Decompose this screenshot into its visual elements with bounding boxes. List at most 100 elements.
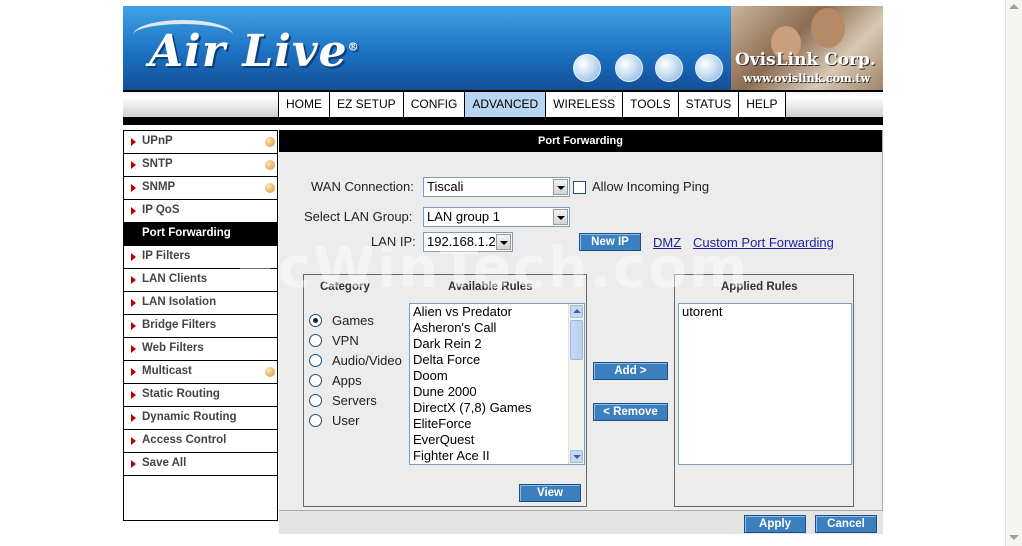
radio-label: User — [332, 413, 360, 428]
lan-group-select[interactable]: LAN group 1 — [423, 207, 570, 227]
list-item[interactable]: utorent — [679, 304, 851, 320]
available-rules-items: Alien vs Predator Asheron's Call Dark Rein… — [410, 304, 584, 464]
scroll-thumb[interactable] — [570, 320, 583, 360]
scroll-up-icon[interactable] — [570, 305, 583, 318]
nav-divider — [123, 120, 883, 125]
registered-mark: ® — [347, 40, 360, 54]
list-item[interactable]: Dark Rein 2 — [410, 336, 584, 352]
browser-scrollbar[interactable] — [1005, 0, 1022, 546]
category-option-vpn[interactable]: VPN — [309, 333, 359, 349]
port-forwarding-panel: Port Forwarding WAN Connection: Tiscali … — [279, 130, 883, 534]
category-option-games[interactable]: Games — [309, 313, 374, 329]
apply-button[interactable]: Apply — [744, 515, 806, 533]
corp-url: www.ovislink.com.tw — [743, 72, 871, 85]
sidebar-item-static-routing[interactable]: Static Routing — [124, 383, 277, 406]
list-item[interactable]: Alien vs Predator — [410, 304, 584, 320]
scroll-down-icon[interactable] — [570, 450, 583, 463]
sidebar-item-lan-clients[interactable]: LAN Clients — [124, 268, 277, 291]
nav-tab-ez-setup[interactable]: EZ SETUP — [329, 92, 403, 117]
status-dot-icon — [265, 183, 275, 193]
nav-tab-tools[interactable]: TOOLS — [622, 92, 678, 117]
lan-group-label: Select LAN Group: — [304, 209, 413, 224]
globe-icon — [615, 54, 643, 82]
list-item[interactable]: Asheron's Call — [410, 320, 584, 336]
sidebar-item-label: Access Control — [142, 434, 227, 446]
logo-text: Air Live — [149, 26, 348, 77]
sidebar-item-upnp[interactable]: UPnP — [124, 130, 277, 153]
list-item[interactable]: Dune 2000 — [410, 384, 584, 400]
available-rules-list[interactable]: Alien vs Predator Asheron's Call Dark Rein… — [409, 303, 585, 465]
arrow-right-icon — [131, 391, 136, 399]
dmz-link[interactable]: DMZ — [653, 235, 681, 250]
view-button[interactable]: View — [519, 484, 581, 502]
radio-button[interactable] — [309, 334, 322, 347]
rules-selection-panel: Category Available Rules Games VPN Audio/V… — [303, 274, 587, 507]
sidebar-item-multicast[interactable]: Multicast — [124, 360, 277, 383]
lan-ip-select[interactable]: 192.168.1.2 — [423, 232, 513, 252]
list-item[interactable]: DirectX (7,8) Games — [410, 400, 584, 416]
allow-ping-label: Allow Incoming Ping — [592, 179, 710, 194]
applied-rules-list[interactable]: utorent — [678, 303, 852, 465]
category-option-apps[interactable]: Apps — [309, 373, 362, 389]
radio-button[interactable] — [309, 414, 322, 427]
arrow-right-icon — [131, 414, 136, 422]
wan-connection-select[interactable]: Tiscali — [423, 177, 570, 197]
list-item[interactable]: Doom — [410, 368, 584, 384]
radio-button[interactable] — [309, 374, 322, 387]
sidebar-item-ip-qos[interactable]: IP QoS — [124, 199, 277, 222]
radio-button[interactable] — [309, 354, 322, 367]
arrow-right-icon — [131, 138, 136, 146]
sidebar-item-ip-filters[interactable]: IP Filters — [124, 245, 277, 268]
category-option-user[interactable]: User — [309, 413, 359, 429]
sidebar-item-snmp[interactable]: SNMP — [124, 176, 277, 199]
sidebar-item-label: LAN Isolation — [142, 296, 217, 308]
radio-button[interactable] — [309, 394, 322, 407]
list-item[interactable]: Delta Force — [410, 352, 584, 368]
custom-port-forwarding-link[interactable]: Custom Port Forwarding — [693, 235, 834, 250]
radio-label: Servers — [332, 393, 377, 408]
sidebar-item-dynamic-routing[interactable]: Dynamic Routing — [124, 406, 277, 429]
arrow-right-icon — [131, 161, 136, 169]
sidebar-item-lan-isolation[interactable]: LAN Isolation — [124, 291, 277, 314]
nav-tab-status[interactable]: STATUS — [677, 92, 739, 117]
nav-tab-home[interactable]: HOME — [278, 92, 329, 117]
lan-ip-value: 192.168.1.2 — [427, 234, 496, 249]
radio-label: Games — [332, 313, 374, 328]
form-footer: Apply Cancel — [279, 510, 883, 534]
nav-tab-config[interactable]: CONFIG — [402, 92, 465, 117]
category-option-audio-video[interactable]: Audio/Video — [309, 353, 402, 369]
corp-name: OvisLink Corp. — [735, 50, 876, 70]
category-option-servers[interactable]: Servers — [309, 393, 377, 409]
sidebar-menu: UPnP SNTP SNMP IP QoS Port Forwarding IP Filt… — [123, 130, 278, 521]
radio-label: Apps — [332, 373, 362, 388]
arrow-right-icon — [131, 184, 136, 192]
allow-ping-checkbox[interactable] — [573, 181, 586, 194]
sidebar-item-save-all[interactable]: Save All — [124, 452, 277, 475]
list-item[interactable]: EliteForce — [410, 416, 584, 432]
list-item[interactable]: Fighter Ace II — [410, 448, 584, 464]
add-button[interactable]: Add > — [593, 362, 668, 380]
list-scrollbar[interactable] — [568, 304, 584, 464]
sidebar-bottom-divider — [124, 475, 277, 476]
new-ip-button[interactable]: New IP — [579, 233, 641, 251]
remove-button[interactable]: < Remove — [593, 403, 668, 421]
sidebar-item-label: Multicast — [142, 365, 192, 377]
scroll-down-arrow-icon[interactable] — [1009, 535, 1019, 540]
nav-tab-help[interactable]: HELP — [738, 92, 786, 117]
nav-tab-wireless[interactable]: WIRELESS — [545, 92, 623, 117]
sidebar-item-label: Web Filters — [142, 342, 204, 354]
sidebar-item-web-filters[interactable]: Web Filters — [124, 337, 277, 360]
sidebar-item-port-forwarding[interactable]: Port Forwarding — [124, 222, 277, 245]
sidebar-item-sntp[interactable]: SNTP — [124, 153, 277, 176]
scroll-up-arrow-icon[interactable] — [1009, 4, 1019, 9]
top-nav-bar: HOME EZ SETUP CONFIG ADVANCED WIRELESS TOOLS S… — [123, 90, 883, 120]
cancel-button[interactable]: Cancel — [815, 515, 877, 533]
radio-label: VPN — [332, 333, 359, 348]
nav-tab-advanced[interactable]: ADVANCED — [464, 92, 546, 117]
sidebar-item-access-control[interactable]: Access Control — [124, 429, 277, 452]
available-rules-header: Available Rules — [448, 281, 533, 293]
radio-button[interactable] — [309, 314, 322, 327]
lan-ip-label: LAN IP: — [371, 234, 416, 249]
list-item[interactable]: EverQuest — [410, 432, 584, 448]
sidebar-item-bridge-filters[interactable]: Bridge Filters — [124, 314, 277, 337]
